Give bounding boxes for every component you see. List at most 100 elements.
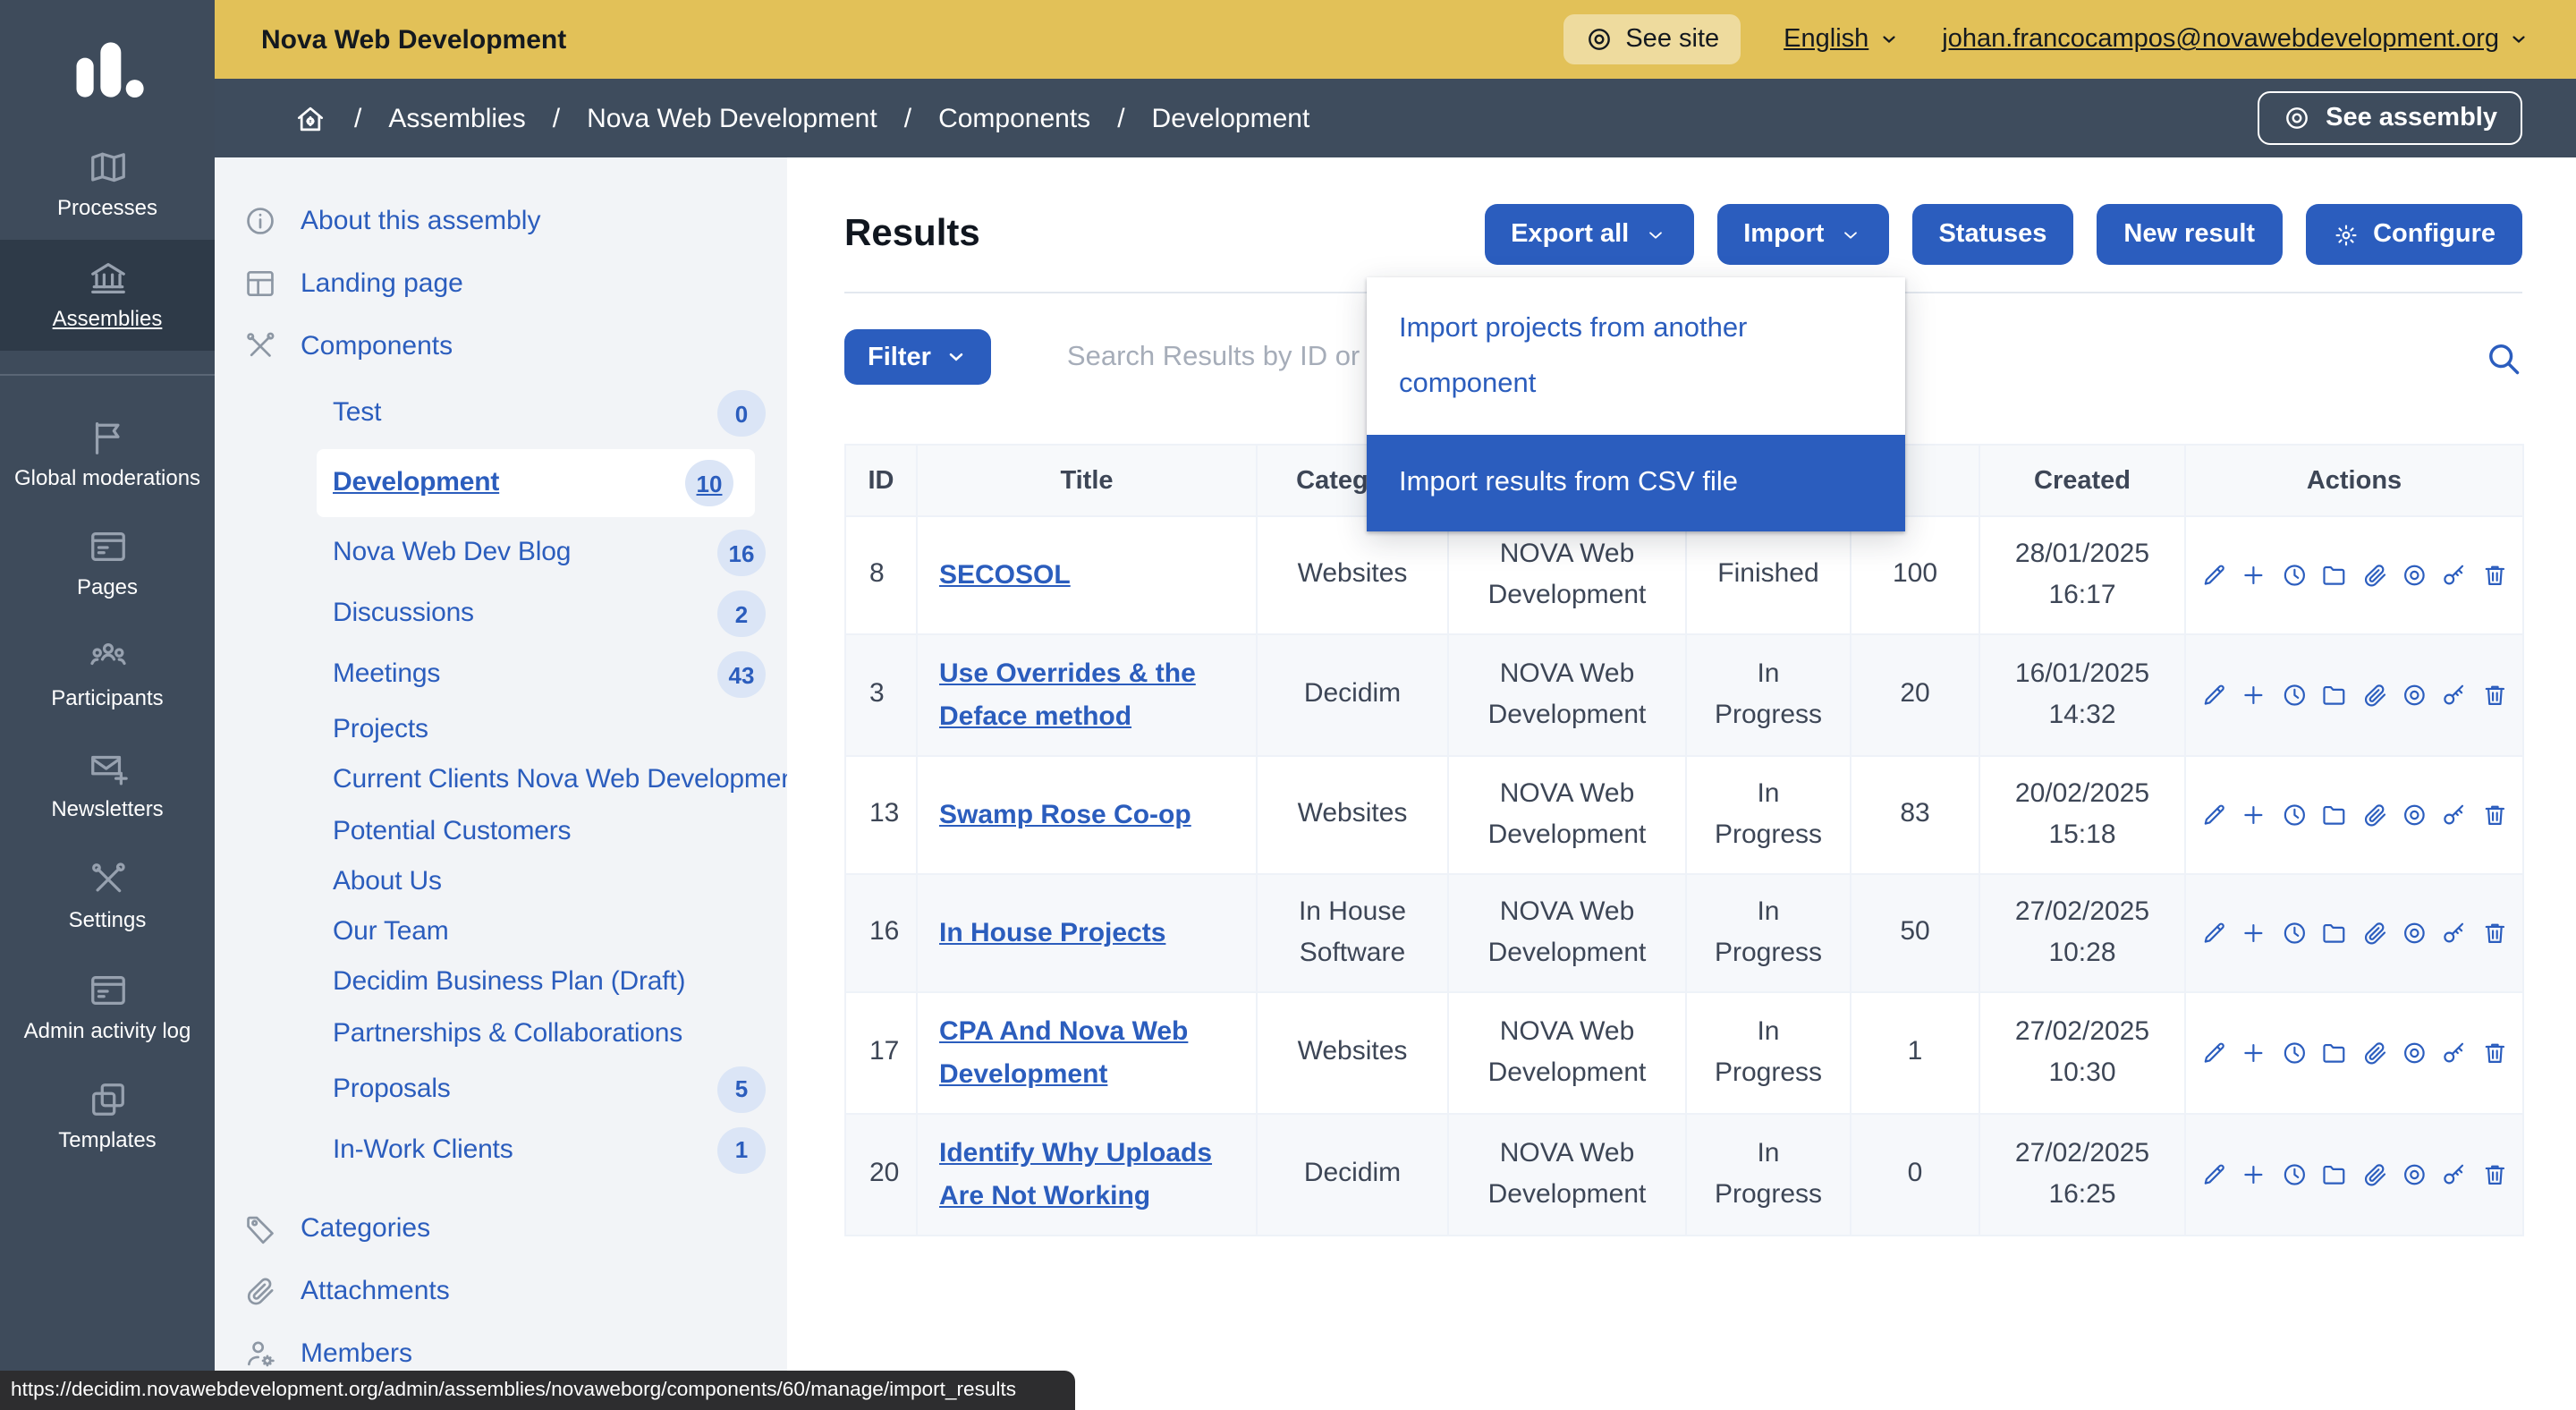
assembly-menu-item-components[interactable]: Components <box>215 315 787 378</box>
import-menu-item-import-projects-from-another-component[interactable]: Import projects from another component <box>1367 277 1905 435</box>
folder-icon[interactable] <box>2320 918 2348 948</box>
sidebar-item-global-moderations[interactable]: Global moderations <box>0 398 215 509</box>
component-item-in-work-clients[interactable]: In-Work Clients1 <box>215 1120 787 1181</box>
delete-icon[interactable] <box>2480 1038 2508 1068</box>
component-item-proposals[interactable]: Proposals5 <box>215 1059 787 1120</box>
add-icon[interactable] <box>2241 1038 2268 1068</box>
result-title-link[interactable]: Identify Why Uploads Are Not Working <box>939 1138 1212 1210</box>
edit-icon[interactable] <box>2200 1159 2228 1190</box>
history-icon[interactable] <box>2281 800 2309 830</box>
filter-button[interactable]: Filter <box>844 329 992 385</box>
edit-icon[interactable] <box>2200 1038 2228 1068</box>
component-item-potential-customers[interactable]: Potential Customers <box>215 806 787 857</box>
breadcrumb-item-components[interactable]: Components <box>938 103 1090 133</box>
history-icon[interactable] <box>2281 918 2309 948</box>
component-item-partnerships-collaborations[interactable]: Partnerships & Collaborations <box>215 1008 787 1059</box>
assembly-menu-item-landing-page[interactable]: Landing page <box>215 252 787 315</box>
add-icon[interactable] <box>2241 680 2268 710</box>
assembly-menu-item-categories[interactable]: Categories <box>215 1197 787 1260</box>
sidebar-item-templates[interactable]: Templates <box>0 1062 215 1173</box>
component-item-test[interactable]: Test0 <box>215 383 787 444</box>
edit-icon[interactable] <box>2200 680 2228 710</box>
permissions-icon[interactable] <box>2441 560 2469 590</box>
delete-icon[interactable] <box>2480 560 2508 590</box>
add-icon[interactable] <box>2241 560 2268 590</box>
preview-icon[interactable] <box>2401 1159 2428 1190</box>
component-item-our-team[interactable]: Our Team <box>215 907 787 958</box>
permissions-icon[interactable] <box>2441 800 2469 830</box>
breadcrumb-item-nova-web-development[interactable]: Nova Web Development <box>587 103 877 133</box>
component-item-projects[interactable]: Projects <box>215 705 787 756</box>
see-assembly-button[interactable]: See assembly <box>2258 91 2522 145</box>
attachment-icon[interactable] <box>2360 1038 2388 1068</box>
decidim-logo[interactable] <box>66 27 148 113</box>
sidebar-item-assemblies[interactable]: Assemblies <box>0 240 215 351</box>
assembly-menu-item-attachments[interactable]: Attachments <box>215 1260 787 1322</box>
delete-icon[interactable] <box>2480 800 2508 830</box>
add-icon[interactable] <box>2241 1159 2268 1190</box>
delete-icon[interactable] <box>2480 680 2508 710</box>
edit-icon[interactable] <box>2200 560 2228 590</box>
component-item-nova-web-dev-blog[interactable]: Nova Web Dev Blog16 <box>215 522 787 583</box>
import-button[interactable]: Import <box>1716 204 1888 265</box>
result-title-link[interactable]: Use Overrides & the Deface method <box>939 658 1196 731</box>
sidebar-item-processes[interactable]: Processes <box>0 129 215 240</box>
folder-icon[interactable] <box>2320 680 2348 710</box>
permissions-icon[interactable] <box>2441 1159 2469 1190</box>
edit-icon[interactable] <box>2200 918 2228 948</box>
result-title-link[interactable]: CPA And Nova Web Development <box>939 1016 1188 1089</box>
component-item-meetings[interactable]: Meetings43 <box>215 644 787 705</box>
preview-icon[interactable] <box>2401 560 2428 590</box>
folder-icon[interactable] <box>2320 1159 2348 1190</box>
attachment-icon[interactable] <box>2360 800 2388 830</box>
user-menu[interactable]: johan.francocampos@novawebdevelopment.or… <box>1942 25 2529 54</box>
sidebar-item-participants[interactable]: Participants <box>0 619 215 730</box>
history-icon[interactable] <box>2281 1038 2309 1068</box>
assembly-menu-item-about-this-assembly[interactable]: About this assembly <box>215 190 787 252</box>
delete-icon[interactable] <box>2480 918 2508 948</box>
component-item-current-clients-nova-web-development[interactable]: Current Clients Nova Web Development <box>215 756 787 807</box>
history-icon[interactable] <box>2281 560 2309 590</box>
permissions-icon[interactable] <box>2441 918 2469 948</box>
sidebar-item-pages[interactable]: Pages <box>0 509 215 620</box>
attachment-icon[interactable] <box>2360 1159 2388 1190</box>
component-item-development[interactable]: Development10 <box>317 449 755 517</box>
import-menu-item-import-results-from-csv-file[interactable]: Import results from CSV file <box>1367 435 1905 531</box>
permissions-icon[interactable] <box>2441 1038 2469 1068</box>
search-icon[interactable] <box>2483 337 2522 377</box>
edit-icon[interactable] <box>2200 800 2228 830</box>
permissions-icon[interactable] <box>2441 680 2469 710</box>
history-icon[interactable] <box>2281 1159 2309 1190</box>
folder-icon[interactable] <box>2320 560 2348 590</box>
sidebar-item-newsletters[interactable]: Newsletters <box>0 730 215 841</box>
attachment-icon[interactable] <box>2360 918 2388 948</box>
export-all-button[interactable]: Export all <box>1484 204 1693 265</box>
history-icon[interactable] <box>2281 680 2309 710</box>
result-title-link[interactable]: In House Projects <box>939 918 1165 948</box>
result-title-link[interactable]: SECOSOL <box>939 560 1071 590</box>
component-item-about-us[interactable]: About Us <box>215 857 787 908</box>
folder-icon[interactable] <box>2320 800 2348 830</box>
sidebar-item-admin-activity-log[interactable]: Admin activity log <box>0 951 215 1062</box>
result-title-link[interactable]: Swamp Rose Co-op <box>939 800 1191 830</box>
add-icon[interactable] <box>2241 918 2268 948</box>
component-item-discussions[interactable]: Discussions2 <box>215 583 787 644</box>
breadcrumb-item-development[interactable]: Development <box>1152 103 1310 133</box>
delete-icon[interactable] <box>2480 1159 2508 1190</box>
breadcrumb-item-assemblies[interactable]: Assemblies <box>388 103 525 133</box>
folder-icon[interactable] <box>2320 1038 2348 1068</box>
sidebar-item-settings[interactable]: Settings <box>0 841 215 952</box>
preview-icon[interactable] <box>2401 800 2428 830</box>
add-icon[interactable] <box>2241 800 2268 830</box>
language-selector[interactable]: English <box>1784 25 1899 54</box>
preview-icon[interactable] <box>2401 1038 2428 1068</box>
new-result-button[interactable]: New result <box>2097 204 2282 265</box>
see-site-button[interactable]: See site <box>1563 14 1741 64</box>
attachment-icon[interactable] <box>2360 560 2388 590</box>
configure-button[interactable]: Configure <box>2305 204 2522 265</box>
statuses-button[interactable]: Statuses <box>1911 204 2073 265</box>
preview-icon[interactable] <box>2401 918 2428 948</box>
preview-icon[interactable] <box>2401 680 2428 710</box>
attachment-icon[interactable] <box>2360 680 2388 710</box>
component-item-decidim-business-plan-draft[interactable]: Decidim Business Plan (Draft) <box>215 958 787 1009</box>
